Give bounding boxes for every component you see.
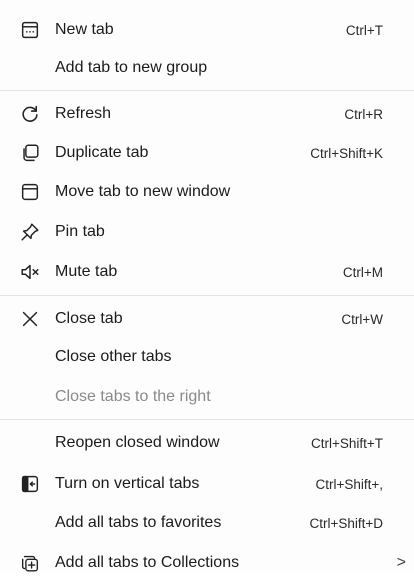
menu-item-label: Turn on vertical tabs [55, 475, 200, 492]
new-tab-icon [18, 18, 42, 42]
window-icon [18, 180, 42, 204]
menu-item-turn-on-vertical-tabs[interactable]: Turn on vertical tabs Ctrl+Shift+, [0, 464, 414, 504]
collections-icon [18, 551, 42, 575]
refresh-icon [18, 102, 42, 126]
menu-item-close-other-tabs[interactable]: Close other tabs [0, 337, 414, 377]
menu-item-reopen-closed-window[interactable]: Reopen closed window Ctrl+Shift+T [0, 423, 414, 463]
menu-item-move-tab-to-new-window[interactable]: Move tab to new window [0, 172, 414, 212]
menu-item-shortcut: Ctrl+M [342, 264, 383, 280]
menu-item-shortcut: Ctrl+Shift+, [315, 476, 383, 492]
pin-icon [18, 220, 42, 244]
menu-divider [0, 295, 414, 296]
menu-item-label: Add all tabs to Collections [55, 554, 240, 571]
menu-item-label: Pin tab [55, 223, 105, 240]
menu-item-new-tab[interactable]: New tab Ctrl+T [0, 10, 414, 50]
menu-item-label: New tab [55, 21, 114, 38]
menu-item-label: Close tab [55, 310, 123, 327]
menu-item-add-all-tabs-to-favorites[interactable]: Add all tabs to favorites Ctrl+Shift+D [0, 503, 414, 543]
menu-item-label: Close tabs to the right [55, 388, 211, 405]
vertical-tabs-icon [18, 472, 42, 496]
menu-divider [0, 419, 414, 420]
close-icon [18, 307, 42, 331]
menu-item-shortcut: Ctrl+Shift+K [310, 145, 383, 161]
menu-item-close-tabs-to-the-right: Close tabs to the right [0, 377, 414, 417]
menu-item-mute-tab[interactable]: Mute tab Ctrl+M [0, 252, 414, 292]
menu-item-label: Move tab to new window [55, 183, 231, 200]
menu-item-shortcut: Ctrl+Shift+D [309, 515, 383, 531]
menu-item-shortcut: Ctrl+R [344, 106, 383, 122]
menu-item-shortcut: Ctrl+Shift+T [310, 435, 383, 451]
menu-item-label: Add tab to new group [55, 59, 208, 76]
menu-item-duplicate-tab[interactable]: Duplicate tab Ctrl+Shift+K [0, 133, 414, 173]
menu-item-label: Close other tabs [55, 348, 172, 365]
menu-item-add-tab-to-new-group[interactable]: Add tab to new group [0, 48, 414, 88]
speaker-mute-icon [18, 260, 42, 284]
menu-item-shortcut: Ctrl+T [345, 22, 383, 38]
tab-context-menu: New tab Ctrl+T Add tab to new group Refr… [0, 0, 414, 573]
menu-item-refresh[interactable]: Refresh Ctrl+R [0, 94, 414, 134]
menu-item-pin-tab[interactable]: Pin tab [0, 212, 414, 252]
chevron-right-icon: > [396, 554, 406, 571]
menu-item-label: Duplicate tab [55, 144, 149, 161]
menu-item-close-tab[interactable]: Close tab Ctrl+W [0, 299, 414, 339]
menu-item-label: Mute tab [55, 263, 118, 280]
menu-item-add-all-tabs-to-collections[interactable]: Add all tabs to Collections > [0, 543, 414, 583]
duplicate-tab-icon [18, 141, 42, 165]
menu-item-label: Add all tabs to favorites [55, 514, 222, 531]
menu-item-shortcut: Ctrl+W [341, 311, 383, 327]
menu-divider [0, 90, 414, 91]
menu-item-label: Refresh [55, 105, 112, 122]
menu-item-label: Reopen closed window [55, 434, 220, 451]
